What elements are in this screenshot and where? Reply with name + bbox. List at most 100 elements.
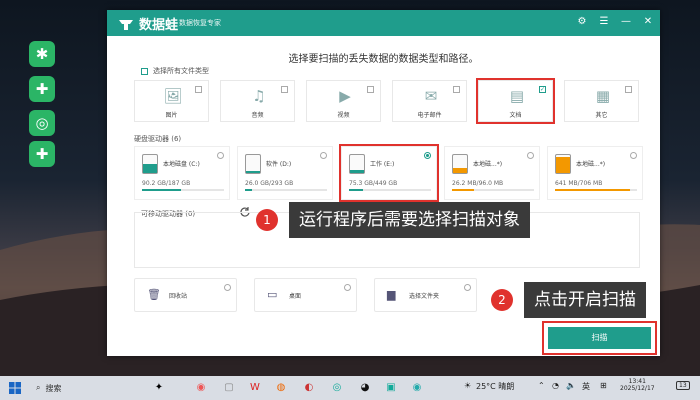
windows-start-icon[interactable] [9,382,21,394]
drive-card[interactable]: 本地磁...*) 26.2 MB/96.0 MB [444,146,540,200]
hard-drive-icon [452,154,468,174]
hard-drive-icon [245,154,261,174]
volume-icon[interactable]: 🔈 [566,381,576,390]
drive-size: 90.2 GB/187 GB [142,180,191,187]
file-type-label: 视频 [337,112,350,119]
location-card[interactable]: ▭ 桌面 [254,278,357,312]
taskbar-search[interactable]: ⌕ 搜索 [32,379,142,397]
file-type-card[interactable]: ▤ 文档 ✓ [476,78,555,124]
drive-card[interactable]: 本地磁...*) 641 MB/706 MB [547,146,643,200]
drive-card[interactable]: 工作 (E:) 75.3 GB/449 GB [339,144,439,202]
desktop-app-icon[interactable]: ◎ [29,110,55,136]
file-type-label: 图片 [165,112,178,119]
taskbar-app-icon[interactable]: ◉ [408,379,426,397]
music-icon: ♫ [252,87,266,105]
weather-label[interactable]: 25°C 晴朗 [476,381,514,392]
drive-usage-bar [555,189,637,191]
file-type-card[interactable]: ▶ 视频 [306,80,381,122]
tray-chevron-icon[interactable]: ⌃ [538,381,545,390]
document-icon: ▤ [509,87,525,105]
drive-size: 75.3 GB/449 GB [349,180,398,187]
drive-usage-bar [142,189,224,191]
taskbar-app-icon[interactable]: ▢ [220,379,238,397]
taskbar-app-icon[interactable]: ◉ [192,379,210,397]
video-icon: ▶ [339,87,351,105]
notification-badge[interactable]: 13 [676,381,690,390]
file-type-label: 音频 [251,112,264,119]
location-card[interactable]: 🗑 回收站 [134,278,237,312]
select-all-checkbox[interactable]: 选择所有文件类型 [141,66,209,76]
file-type-checkbox[interactable] [281,86,288,93]
email-icon: ✉ [424,87,438,105]
file-type-grid: 🖼 图片 ♫ 音频 ▶ 视频 ✉ 电子邮件 ▤ 文档 ✓ ▦ 其它 [134,78,644,130]
file-type-checkbox[interactable] [367,86,374,93]
wps-icon[interactable]: W [246,379,264,397]
taskbar-app-icon[interactable]: ◐ [300,379,318,397]
drive-radio[interactable] [217,152,224,159]
hard-drives-label: 硬盘驱动器 (6) [134,135,182,143]
page-heading: 选择要扫描的丢失数据的数据类型和路径。 [288,54,479,65]
minimize-icon[interactable]: — [620,15,632,29]
search-icon: ⌕ [36,383,41,392]
weather-icon[interactable]: ☀ [464,381,471,390]
ime-grid-icon[interactable]: ⊞ [600,381,607,390]
file-type-card[interactable]: 🖼 图片 [134,80,209,122]
settings-icon[interactable]: ⚙ [576,15,588,29]
close-icon[interactable]: ✕ [642,15,654,29]
firefox-icon[interactable]: ◍ [272,379,290,397]
drive-usage-bar [245,189,327,191]
hard-drive-icon [142,154,158,174]
file-type-card[interactable]: ▦ 其它 [564,80,639,122]
drive-card[interactable]: 软件 (D:) 26.0 GB/293 GB [237,146,333,200]
checkbox-icon [141,67,148,75]
drive-usage-bar [349,189,431,191]
desktop-app-icon[interactable]: ✚ [29,76,55,102]
location-radio[interactable] [224,284,231,291]
drive-radio[interactable] [527,152,534,159]
drive-radio[interactable] [424,152,431,159]
drive-name: 软件 (D:) [266,161,292,168]
file-type-checkbox[interactable]: ✓ [539,86,546,93]
clock[interactable]: 13:41 2025/12/17 [620,378,655,392]
location-radio[interactable] [344,284,351,291]
drive-size: 26.2 MB/96.0 MB [452,180,504,187]
drive-size: 26.0 GB/293 GB [245,180,294,187]
menu-icon[interactable]: ☰ [598,15,610,29]
scan-button[interactable]: 扫描 [548,327,651,349]
title-bar: 数据蛙 数据恢复专家 ⚙ ☰ — ✕ [107,10,660,36]
drive-radio[interactable] [630,152,637,159]
annotation-number-1: 1 [256,209,278,231]
image-icon: 🖼 [163,87,183,105]
tray-app-icon[interactable]: ◔ [552,381,559,390]
file-type-checkbox[interactable] [195,86,202,93]
ime-indicator[interactable]: 英 [582,381,590,392]
file-type-card[interactable]: ♫ 音频 [220,80,295,122]
drive-usage-bar [452,189,534,191]
select-all-label: 选择所有文件类型 [153,67,209,75]
search-label: 搜索 [45,383,62,393]
hard-drive-icon [349,154,365,174]
file-type-checkbox[interactable] [453,86,460,93]
drive-size: 641 MB/706 MB [555,180,603,187]
file-type-card[interactable]: ✉ 电子邮件 [392,80,467,122]
frog-logo-icon [119,19,133,30]
drive-name: 本地磁盘 (C:) [163,161,200,168]
recycle-bin-icon: 🗑 [147,288,161,301]
desktop-app-icon[interactable]: ✱ [29,41,55,67]
location-card[interactable]: ▆ 选择文件夹 [374,278,477,312]
desktop-icon: ▭ [267,288,278,301]
taskbar-app-icon[interactable]: ▣ [382,379,400,397]
location-radio[interactable] [464,284,471,291]
drive-radio[interactable] [320,152,327,159]
drive-card[interactable]: 本地磁盘 (C:) 90.2 GB/187 GB [134,146,230,200]
qq-icon[interactable]: ◕ [356,379,374,397]
desktop-app-icon[interactable]: ✚ [29,141,55,167]
file-type-checkbox[interactable] [625,86,632,93]
file-type-label: 文档 [509,112,522,119]
widgets-icon[interactable]: ✦ [150,379,168,397]
app-title: 数据蛙 [139,18,179,33]
taskbar: ⌕ 搜索 ✦ ◉ ▢ W ◍ ◐ ◎ ◕ ▣ ◉ ☀ 25°C 晴朗 ⌃ ◔ 🔈… [0,376,700,400]
app-logo: 数据蛙 [117,14,178,33]
taskbar-app-icon[interactable]: ◎ [328,379,346,397]
hard-drive-icon [555,154,571,174]
